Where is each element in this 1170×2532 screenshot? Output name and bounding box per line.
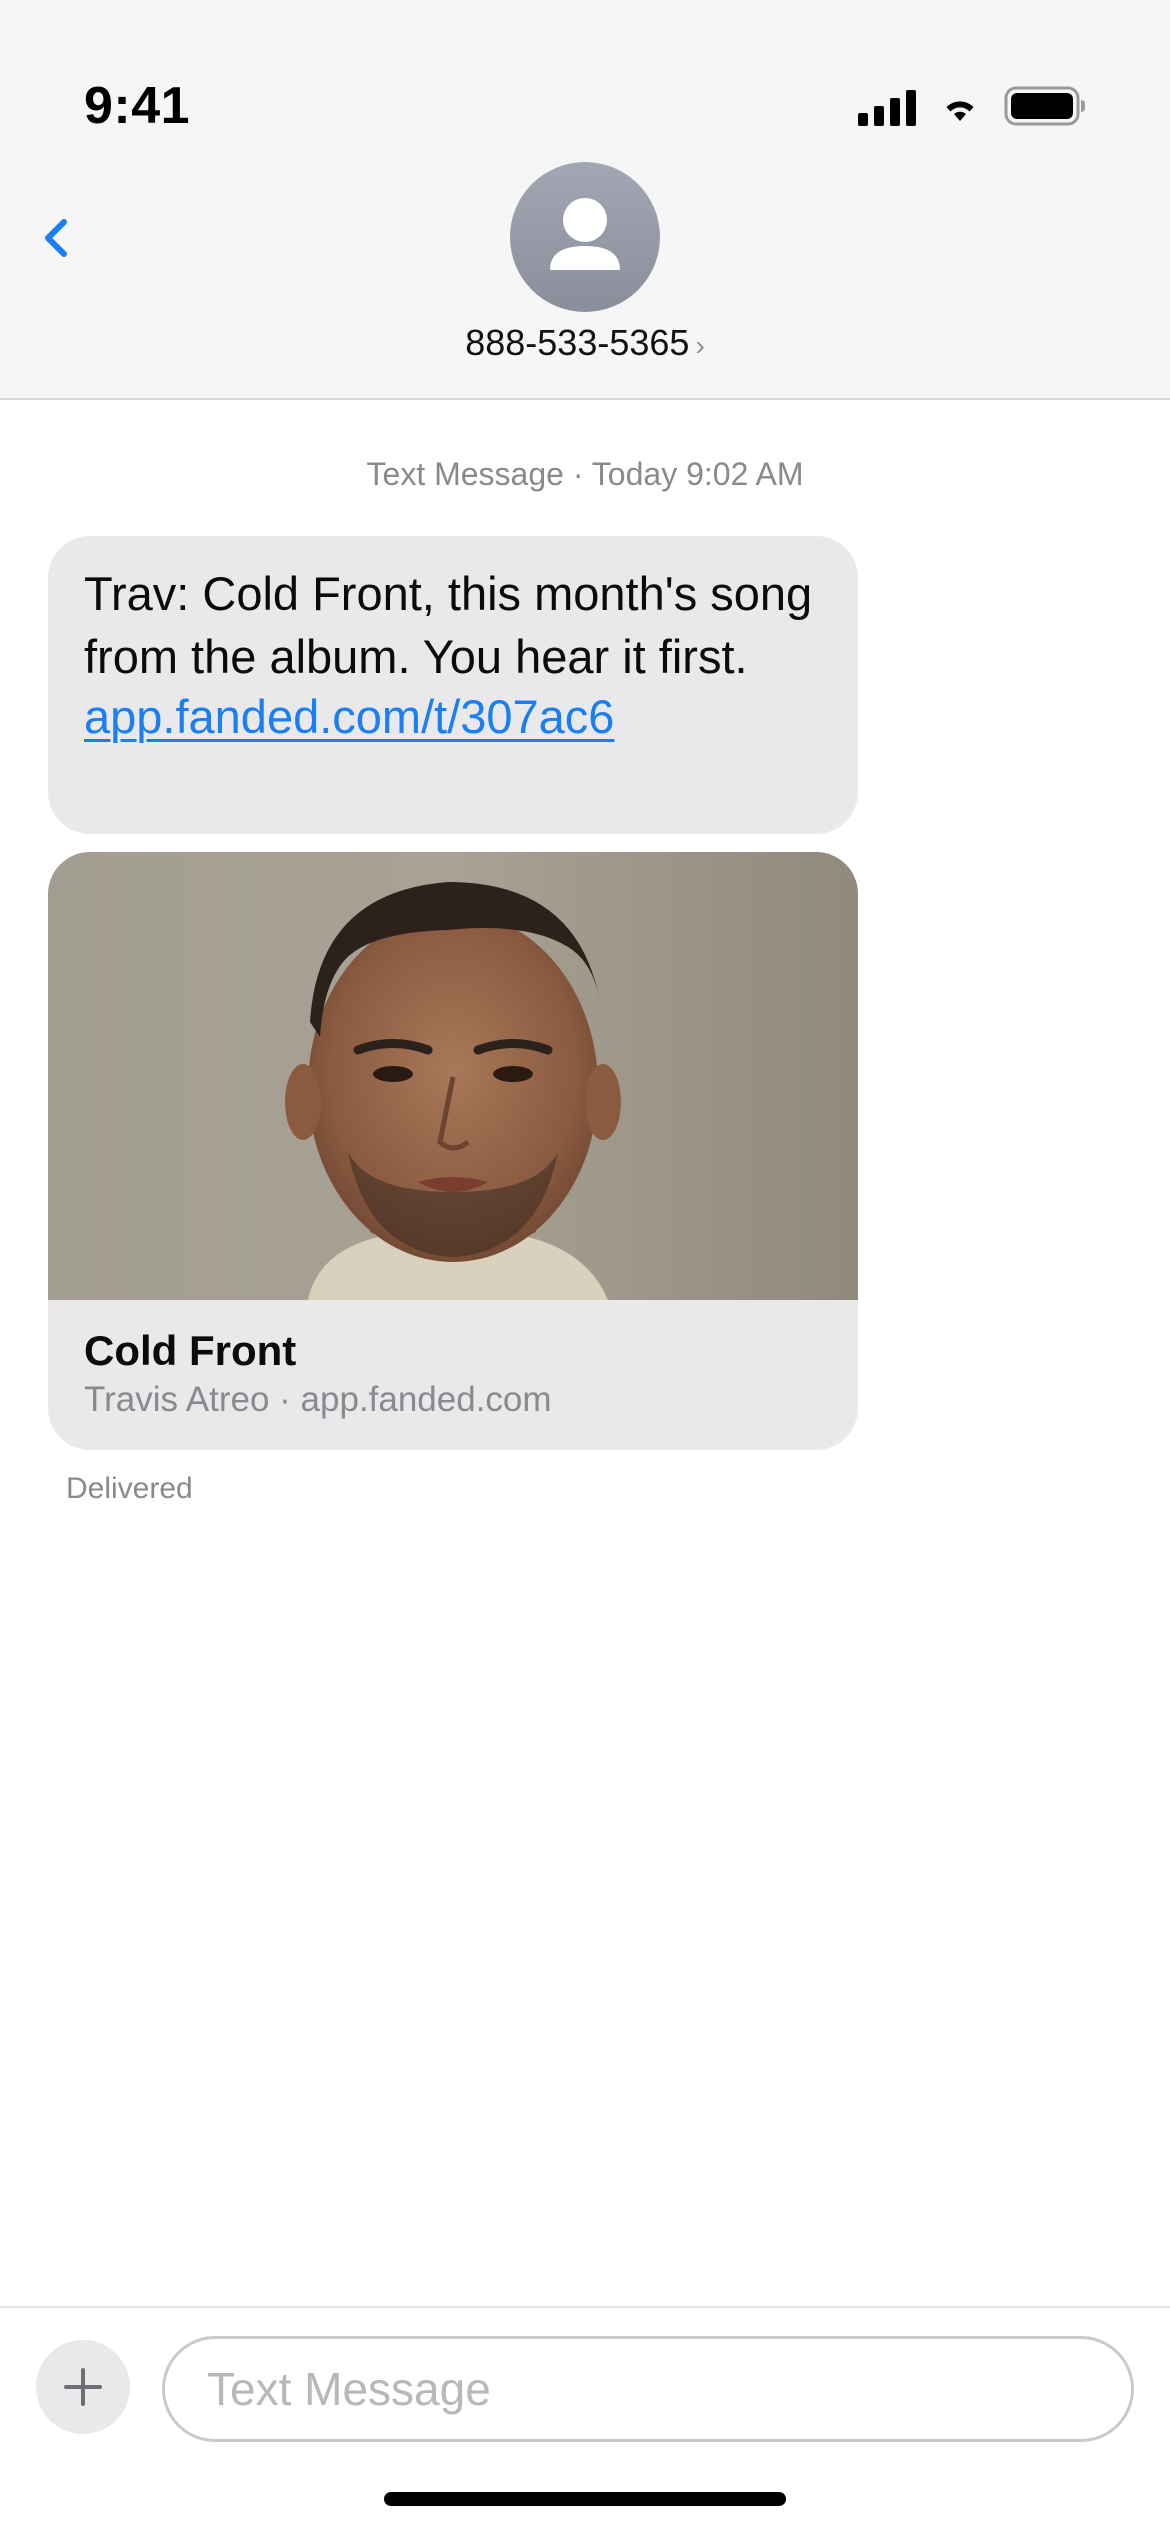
link-preview-title: Cold Front — [84, 1327, 297, 1374]
person-icon — [550, 198, 620, 270]
conversation-header: 9:41 888-533-5365 › — [0, 0, 1170, 400]
incoming-message-bubble[interactable]: Trav: Cold Front, this month's song from… — [48, 536, 858, 834]
message-timestamp: Text Message · Today 9:02 AM — [0, 456, 1170, 493]
contact-avatar[interactable] — [510, 162, 660, 312]
plus-icon[interactable] — [36, 2340, 130, 2434]
delivery-status: Delivered — [66, 1472, 193, 1505]
status-time: 9:41 — [84, 77, 191, 135]
message-text: Trav: Cold Front, this month's song from… — [84, 567, 813, 683]
message-input[interactable] — [162, 2336, 1134, 2442]
message-link[interactable]: app.fanded.com/t/307ac6 — [84, 688, 822, 746]
signal-icon — [858, 86, 916, 126]
contact-chevron-icon: › — [695, 330, 705, 361]
link-preview-image — [48, 852, 858, 1300]
link-preview-card[interactable]: Cold Front Travis Atreo · app.fanded.com — [48, 852, 858, 1450]
back-chevron-icon[interactable] — [36, 208, 76, 268]
link-preview-subtitle: Travis Atreo · app.fanded.com — [84, 1380, 552, 1419]
service-label: Text Message — [366, 456, 564, 492]
timestamp-separator: · — [563, 456, 592, 492]
message-composer — [0, 2306, 1170, 2532]
home-indicator[interactable] — [384, 2492, 786, 2506]
status-icons — [858, 86, 1086, 126]
contact-number: 888-533-5365 — [465, 322, 690, 363]
timestamp-time: Today 9:02 AM — [591, 456, 804, 492]
battery-icon — [1004, 86, 1086, 126]
contact-name[interactable]: 888-533-5365 › — [0, 322, 1170, 364]
wifi-icon — [940, 90, 980, 122]
